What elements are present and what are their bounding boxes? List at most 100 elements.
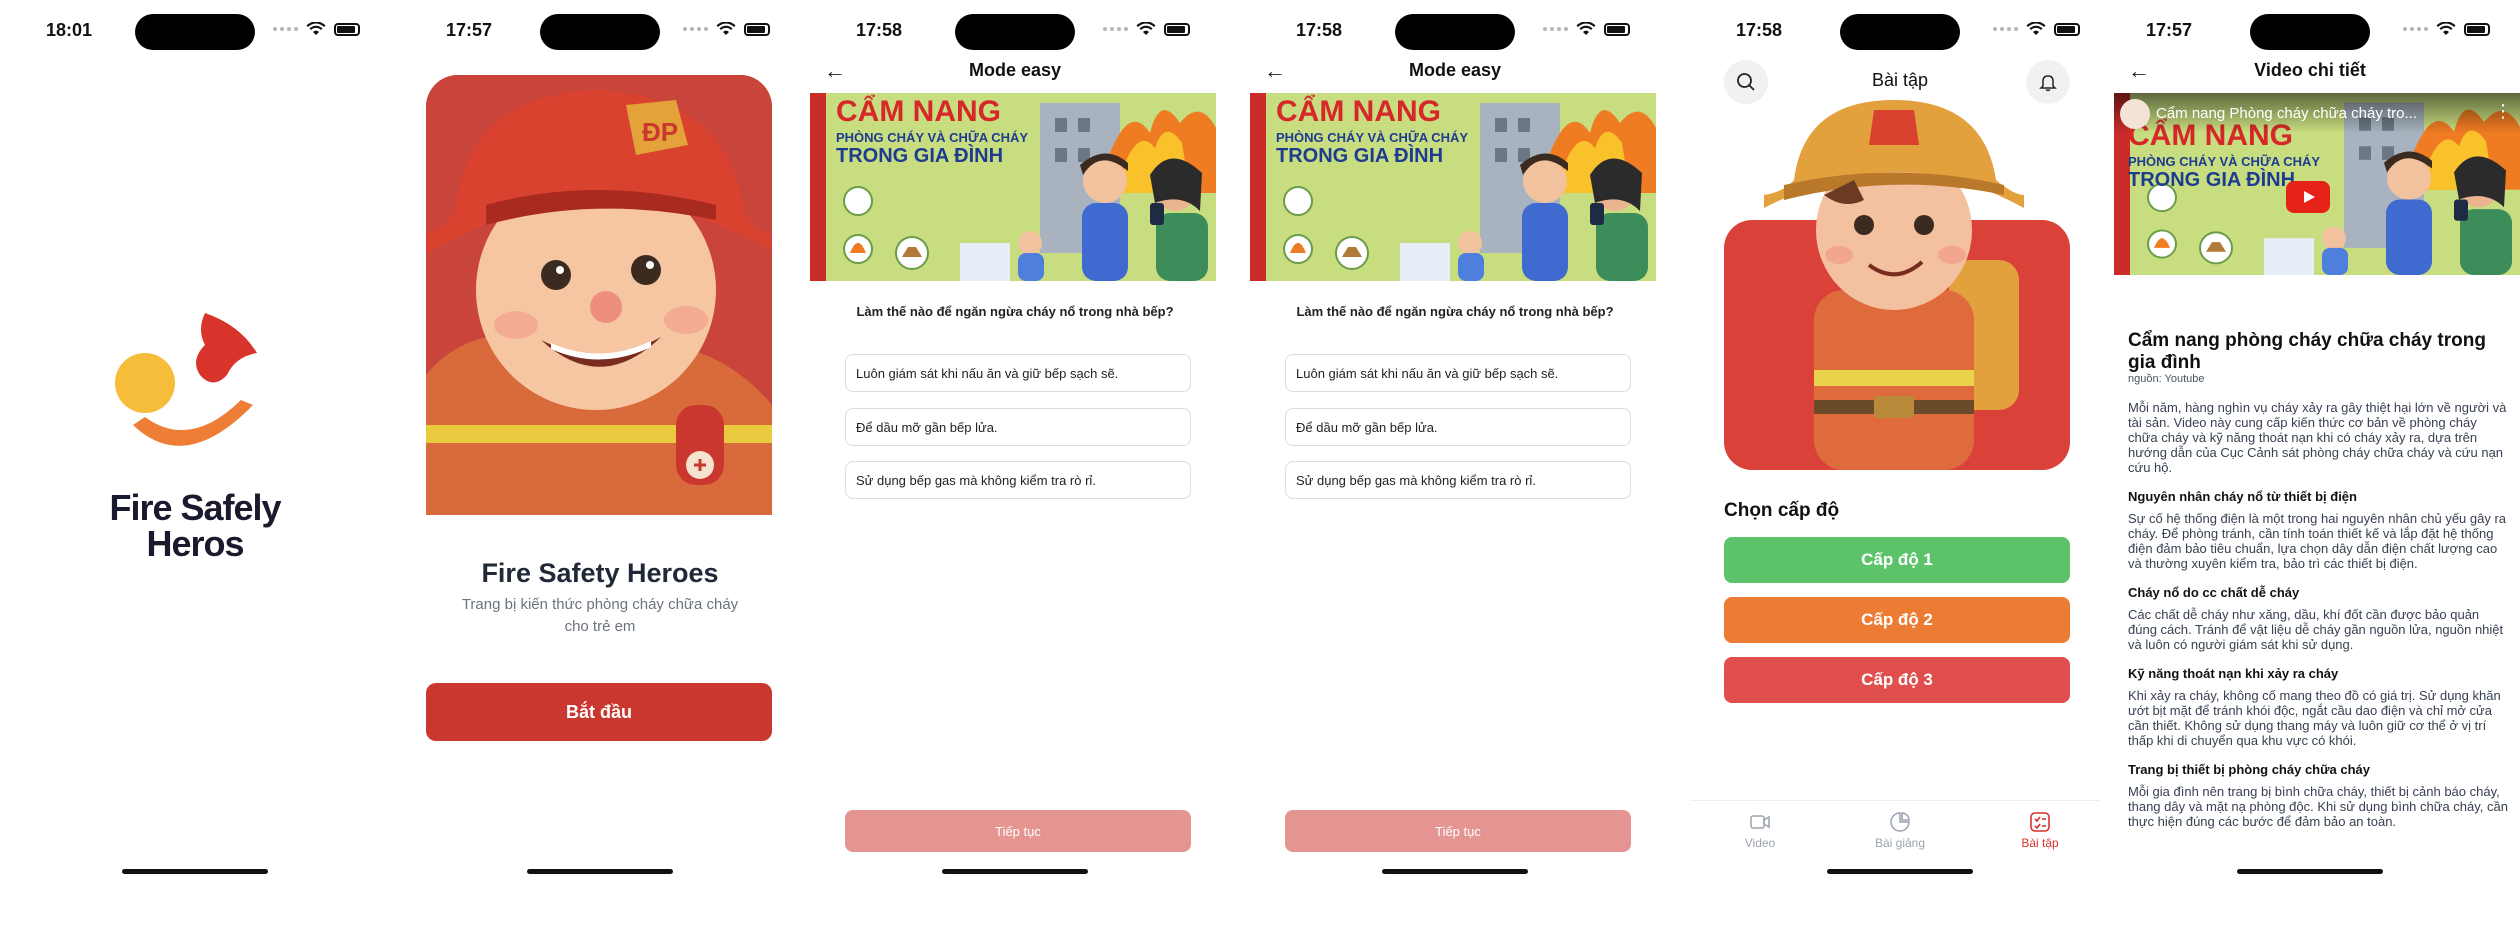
wifi-icon: [716, 22, 736, 36]
section-text: Khi xảy ra cháy, không cố mang theo đồ c…: [2128, 688, 2501, 748]
logo-title-line2: Heros: [146, 523, 244, 564]
home-indicator: [122, 869, 268, 874]
app-logo-icon: [115, 313, 257, 446]
video-detail-screen: 17:57 ← Video chi tiết CẨM NANG PHÒNG CH…: [2100, 0, 2520, 936]
nav-bar: ← Mode easy: [810, 56, 1220, 88]
answer-option[interactable]: Sử dụng bếp gas mà không kiểm tra rò rỉ.: [1285, 461, 1631, 499]
home-indicator: [942, 869, 1088, 874]
section-text: Các chất dễ cháy như xăng, dầu, khí đốt …: [2128, 607, 2504, 652]
tab-exercise[interactable]: Bài tập: [1990, 801, 2090, 860]
status-bar: 17:57: [2100, 0, 2520, 64]
tab-label: Bài tập: [2021, 836, 2059, 850]
page-title: Mode easy: [1408, 60, 1502, 80]
article-intro: Mỗi năm, hàng nghìn vụ cháy xảy ra gây t…: [2128, 400, 2507, 475]
start-button[interactable]: Bắt đầu: [426, 683, 772, 741]
quiz-banner-image: CẨM NANG PHÒNG CHÁY VÀ CHỮA CHÁY TRONG G…: [1250, 93, 1656, 281]
video-player[interactable]: CẨM NANG PHÒNG CHÁY VÀ CHỮA CHÁY TRONG G…: [2114, 93, 2520, 275]
dynamic-island: [2250, 14, 2370, 50]
answer-option[interactable]: Sử dụng bếp gas mà không kiểm tra rò rỉ.: [845, 461, 1191, 499]
play-icon[interactable]: [2286, 181, 2330, 213]
signal-icon: [273, 27, 298, 31]
logo-title-line1: Fire Safely: [109, 487, 281, 528]
more-options-icon[interactable]: ⋮: [2494, 101, 2512, 122]
fireman-illustration: [426, 75, 772, 515]
status-bar: 17:58: [1250, 0, 1660, 64]
thumbnail-line2: PHÒNG CHÁY VÀ CHỮA CHÁY: [2128, 154, 2321, 169]
battery-icon: [1604, 22, 1630, 36]
battery-icon: [2054, 22, 2080, 36]
answer-option[interactable]: Luôn giám sát khi nấu ăn và giữ bếp sạch…: [845, 354, 1191, 392]
signal-icon: [683, 27, 708, 31]
lecture-icon: [1890, 812, 1910, 832]
nav-bar: ← Video chi tiết: [2100, 56, 2520, 88]
fireman-illustration: [1724, 100, 2070, 470]
article-body: Mỗi năm, hàng nghìn vụ cháy xảy ra gây t…: [2128, 400, 2508, 843]
section-heading: Kỹ năng thoát nạn khi xảy ra cháy: [2128, 666, 2339, 681]
dynamic-island: [1840, 14, 1960, 50]
nav-bar: ← Mode easy: [1250, 56, 1660, 88]
section-text: Mỗi gia đình nên trang bị bình chữa cháy…: [2128, 784, 2508, 829]
continue-button[interactable]: Tiếp tục: [1285, 810, 1631, 852]
video-source: nguồn: Youtube: [2128, 373, 2205, 385]
banner-text: CẨM NANG PHÒNG CHÁY VÀ CHỮA CHÁY TRONG G…: [836, 95, 1029, 167]
battery-icon: [2464, 22, 2490, 36]
notification-button[interactable]: [2026, 60, 2070, 104]
status-time: 18:01: [46, 20, 93, 40]
continue-button[interactable]: Tiếp tục: [845, 810, 1191, 852]
status-bar: 17:57: [400, 0, 800, 64]
home-indicator: [2237, 869, 2383, 874]
banner-line1: CẨM NANG: [836, 95, 1001, 128]
wifi-icon: [2436, 22, 2456, 36]
level-2-button[interactable]: Cấp độ 2: [1724, 597, 2070, 643]
hero-fireman-image: ĐP: [426, 75, 772, 515]
status-time: 17:58: [856, 20, 903, 40]
tab-lecture[interactable]: Bài giảng: [1850, 801, 1950, 860]
page-title: Fire Safety Heroes: [481, 558, 719, 588]
banner-line1: CẨM NANG: [1276, 95, 1441, 128]
wifi-icon: [1136, 22, 1156, 36]
section-heading: Nguyên nhân cháy nổ từ thiết bị điện: [2128, 489, 2357, 504]
battery-icon: [334, 22, 360, 36]
tab-label: Bài giảng: [1874, 836, 1926, 850]
status-time: 17:57: [2146, 20, 2193, 40]
video-title: Cẩm nang phòng cháy chữa cháy trong gia …: [2128, 330, 2486, 373]
choose-level-heading: Chọn cấp độ: [1724, 500, 1840, 521]
channel-avatar[interactable]: [2120, 99, 2150, 129]
level-1-button[interactable]: Cấp độ 1: [1724, 537, 2070, 583]
levels-screen: 17:58 Bài tập Chọn cấp độ Cấp độ 1 Cấp đ…: [1690, 0, 2110, 936]
welcome-screen: 17:57 ĐP Fire Safety Heroes Trang bị kiế…: [400, 0, 800, 936]
level-3-button[interactable]: Cấp độ 3: [1724, 657, 2070, 703]
home-indicator: [1382, 869, 1528, 874]
answer-option[interactable]: Để dầu mỡ gần bếp lửa.: [845, 408, 1191, 446]
wifi-icon: [1576, 22, 1596, 36]
signal-icon: [1993, 27, 2018, 31]
signal-icon: [2403, 27, 2428, 31]
home-indicator: [527, 869, 673, 874]
dynamic-island: [955, 14, 1075, 50]
banner-line3: TRONG GIA ĐÌNH: [1276, 145, 1444, 167]
bell-icon: [2039, 75, 2057, 92]
section-heading: Cháy nổ do cc chất dễ cháy: [2128, 585, 2300, 600]
quiz-question: Làm thế nào để ngăn ngừa cháy nổ trong n…: [856, 304, 1174, 319]
answer-option[interactable]: Luôn giám sát khi nấu ăn và giữ bếp sạch…: [1285, 354, 1631, 392]
dynamic-island: [540, 14, 660, 50]
battery-icon: [744, 22, 770, 36]
signal-icon: [1543, 27, 1568, 31]
status-bar: 17:58: [810, 0, 1220, 64]
section-text: Sự cố hệ thống điện là một trong hai ngu…: [2128, 511, 2507, 571]
answer-option[interactable]: Để dầu mỡ gần bếp lửa.: [1285, 408, 1631, 446]
app-logo-title: Fire Safely Heros: [0, 490, 390, 562]
bottom-tab-bar: Video Bài giảng Bài tập: [1690, 800, 2110, 860]
video-icon: [1750, 815, 1770, 829]
page-subtitle: Trang bị kiến thức phòng cháy chữa cháy …: [461, 596, 739, 635]
battery-icon: [1164, 22, 1190, 36]
helmet-badge: ĐP: [642, 117, 679, 147]
banner-line2: PHÒNG CHÁY VÀ CHỮA CHÁY: [836, 130, 1029, 145]
status-time: 17:58: [1296, 20, 1343, 40]
tab-video[interactable]: Video: [1710, 801, 1810, 860]
signal-icon: [1103, 27, 1128, 31]
dynamic-island: [1395, 14, 1515, 50]
quiz-banner-image: CẨM NANG PHÒNG CHÁY VÀ CHỮA CHÁY TRONG G…: [810, 93, 1216, 281]
status-time: 17:58: [1736, 20, 1783, 40]
quiz-screen: 17:58 ← Mode easy CẨM NANG PHÒNG CHÁY VÀ…: [810, 0, 1220, 936]
